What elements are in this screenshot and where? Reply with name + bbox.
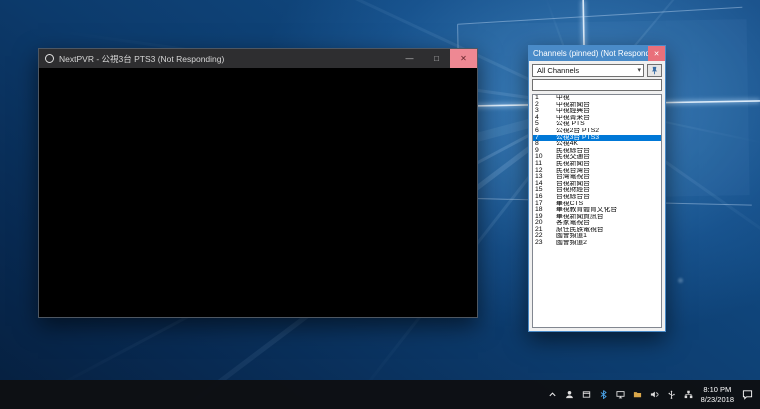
channel-name: 民視綜合台: [556, 148, 590, 155]
channel-name: 台視財經台: [556, 187, 590, 194]
channel-name: 中視經典台: [556, 108, 590, 115]
channel-name: 華視教育體育文化台: [556, 207, 617, 214]
desktop: NextPVR - 公視3台 PTS3 (Not Responding) — □…: [0, 0, 760, 409]
chevron-down-icon: ▾: [637, 67, 641, 74]
channel-row[interactable]: 22國會頻道1: [533, 233, 661, 240]
channel-name: 華視CTS: [556, 201, 583, 208]
channel-name: 台視新聞台: [556, 181, 590, 188]
channels-titlebar[interactable]: Channels (pinned) (Not Responding) ✕: [529, 46, 665, 61]
usb-icon[interactable]: [667, 390, 676, 399]
channels-window: Channels (pinned) (Not Responding) ✕ All…: [528, 45, 666, 332]
nextpvr-window: NextPVR - 公視3台 PTS3 (Not Responding) — □…: [38, 48, 478, 318]
channel-row[interactable]: 1中視: [533, 95, 661, 102]
channel-name: 中視菁采台: [556, 115, 590, 122]
channels-toolbar: All Channels ▾: [529, 61, 665, 79]
app-window-icon[interactable]: [582, 390, 591, 399]
category-dropdown-value: All Channels: [537, 66, 579, 75]
chevron-up-icon[interactable]: [548, 390, 557, 399]
channel-name: 原住民族電視台: [556, 227, 604, 234]
channel-row[interactable]: 20客家電視台: [533, 220, 661, 227]
taskbar: 8:10 PM 8/23/2018: [0, 380, 760, 409]
minimize-button[interactable]: —: [396, 49, 423, 68]
channel-list[interactable]: 1中視2中視新聞台3中視經典台4中視菁采台5公視 PTS6公視2台 PTS27公…: [532, 94, 662, 328]
channel-name: 公視 PTS: [556, 121, 585, 128]
channel-row[interactable]: 5公視 PTS: [533, 121, 661, 128]
channel-row[interactable]: 9民視綜合台: [533, 148, 661, 155]
channel-row[interactable]: 8公視4K: [533, 141, 661, 148]
channel-name: 客家電視台: [556, 220, 590, 227]
channel-name: 國會頻道1: [556, 233, 587, 240]
channel-row[interactable]: 17華視CTS: [533, 201, 661, 208]
channel-search-input[interactable]: [532, 79, 662, 91]
channel-name: 公視3台 PTS3: [556, 135, 599, 142]
category-dropdown[interactable]: All Channels ▾: [532, 64, 644, 77]
speaker-icon[interactable]: [650, 390, 659, 399]
pin-button[interactable]: [647, 64, 662, 77]
network-icon[interactable]: [684, 390, 693, 399]
bluetooth-icon[interactable]: [599, 390, 608, 399]
channel-row[interactable]: 14台視新聞台: [533, 181, 661, 188]
channel-name: 公視4K: [556, 141, 578, 148]
nextpvr-window-title: NextPVR - 公視3台 PTS3 (Not Responding): [59, 53, 391, 65]
channels-close-button[interactable]: ✕: [648, 46, 665, 61]
channel-name: 華視新聞資訊台: [556, 214, 604, 221]
taskbar-clock[interactable]: 8:10 PM 8/23/2018: [701, 385, 734, 405]
nextpvr-titlebar[interactable]: NextPVR - 公視3台 PTS3 (Not Responding) — □…: [39, 49, 477, 68]
channel-row[interactable]: 6公視2台 PTS2: [533, 128, 661, 135]
maximize-button[interactable]: □: [423, 49, 450, 68]
nextpvr-logo-icon: [45, 54, 54, 63]
clock-time: 8:10 PM: [701, 385, 734, 395]
folder-icon[interactable]: [633, 390, 642, 399]
window-controls: — □ ✕: [396, 49, 477, 68]
channel-name: 公視2台 PTS2: [556, 128, 599, 135]
channel-row[interactable]: 11民視新聞台: [533, 161, 661, 168]
channel-row[interactable]: 19華視新聞資訊台: [533, 214, 661, 221]
channel-row[interactable]: 18華視教育體育文化台: [533, 207, 661, 214]
channel-name: 台視綜合台: [556, 194, 590, 201]
channels-window-title: Channels (pinned) (Not Responding): [533, 49, 648, 58]
channel-number: 23: [535, 240, 556, 247]
channel-row[interactable]: 21原住民族電視台: [533, 227, 661, 234]
channel-row[interactable]: 7公視3台 PTS3: [533, 135, 661, 142]
channel-row[interactable]: 3中視經典台: [533, 108, 661, 115]
channel-row[interactable]: 10民視交通台: [533, 154, 661, 161]
system-tray: 8:10 PM 8/23/2018: [541, 380, 760, 409]
channel-name: 民視台灣台: [556, 168, 590, 175]
channel-name: 民視交通台: [556, 154, 590, 161]
channel-name: 中視新聞台: [556, 102, 590, 109]
monitor-icon[interactable]: [616, 390, 625, 399]
channel-row[interactable]: 23國會頻道2: [533, 240, 661, 247]
channel-name: 台灣電視台: [556, 174, 590, 181]
action-center-icon[interactable]: [742, 389, 753, 400]
pin-icon: [650, 66, 659, 75]
channel-row[interactable]: 12民視台灣台: [533, 168, 661, 175]
channel-name: 國會頻道2: [556, 240, 587, 247]
channel-row[interactable]: 16台視綜合台: [533, 194, 661, 201]
channel-row[interactable]: 15台視財經台: [533, 187, 661, 194]
video-area[interactable]: [39, 68, 477, 317]
channel-row[interactable]: 4中視菁采台: [533, 115, 661, 122]
clock-date: 8/23/2018: [701, 395, 734, 405]
user-icon[interactable]: [565, 390, 574, 399]
close-button[interactable]: ✕: [450, 49, 477, 68]
channel-name: 中視: [556, 95, 570, 102]
channel-row[interactable]: 2中視新聞台: [533, 102, 661, 109]
channel-row[interactable]: 13台灣電視台: [533, 174, 661, 181]
channel-name: 民視新聞台: [556, 161, 590, 168]
